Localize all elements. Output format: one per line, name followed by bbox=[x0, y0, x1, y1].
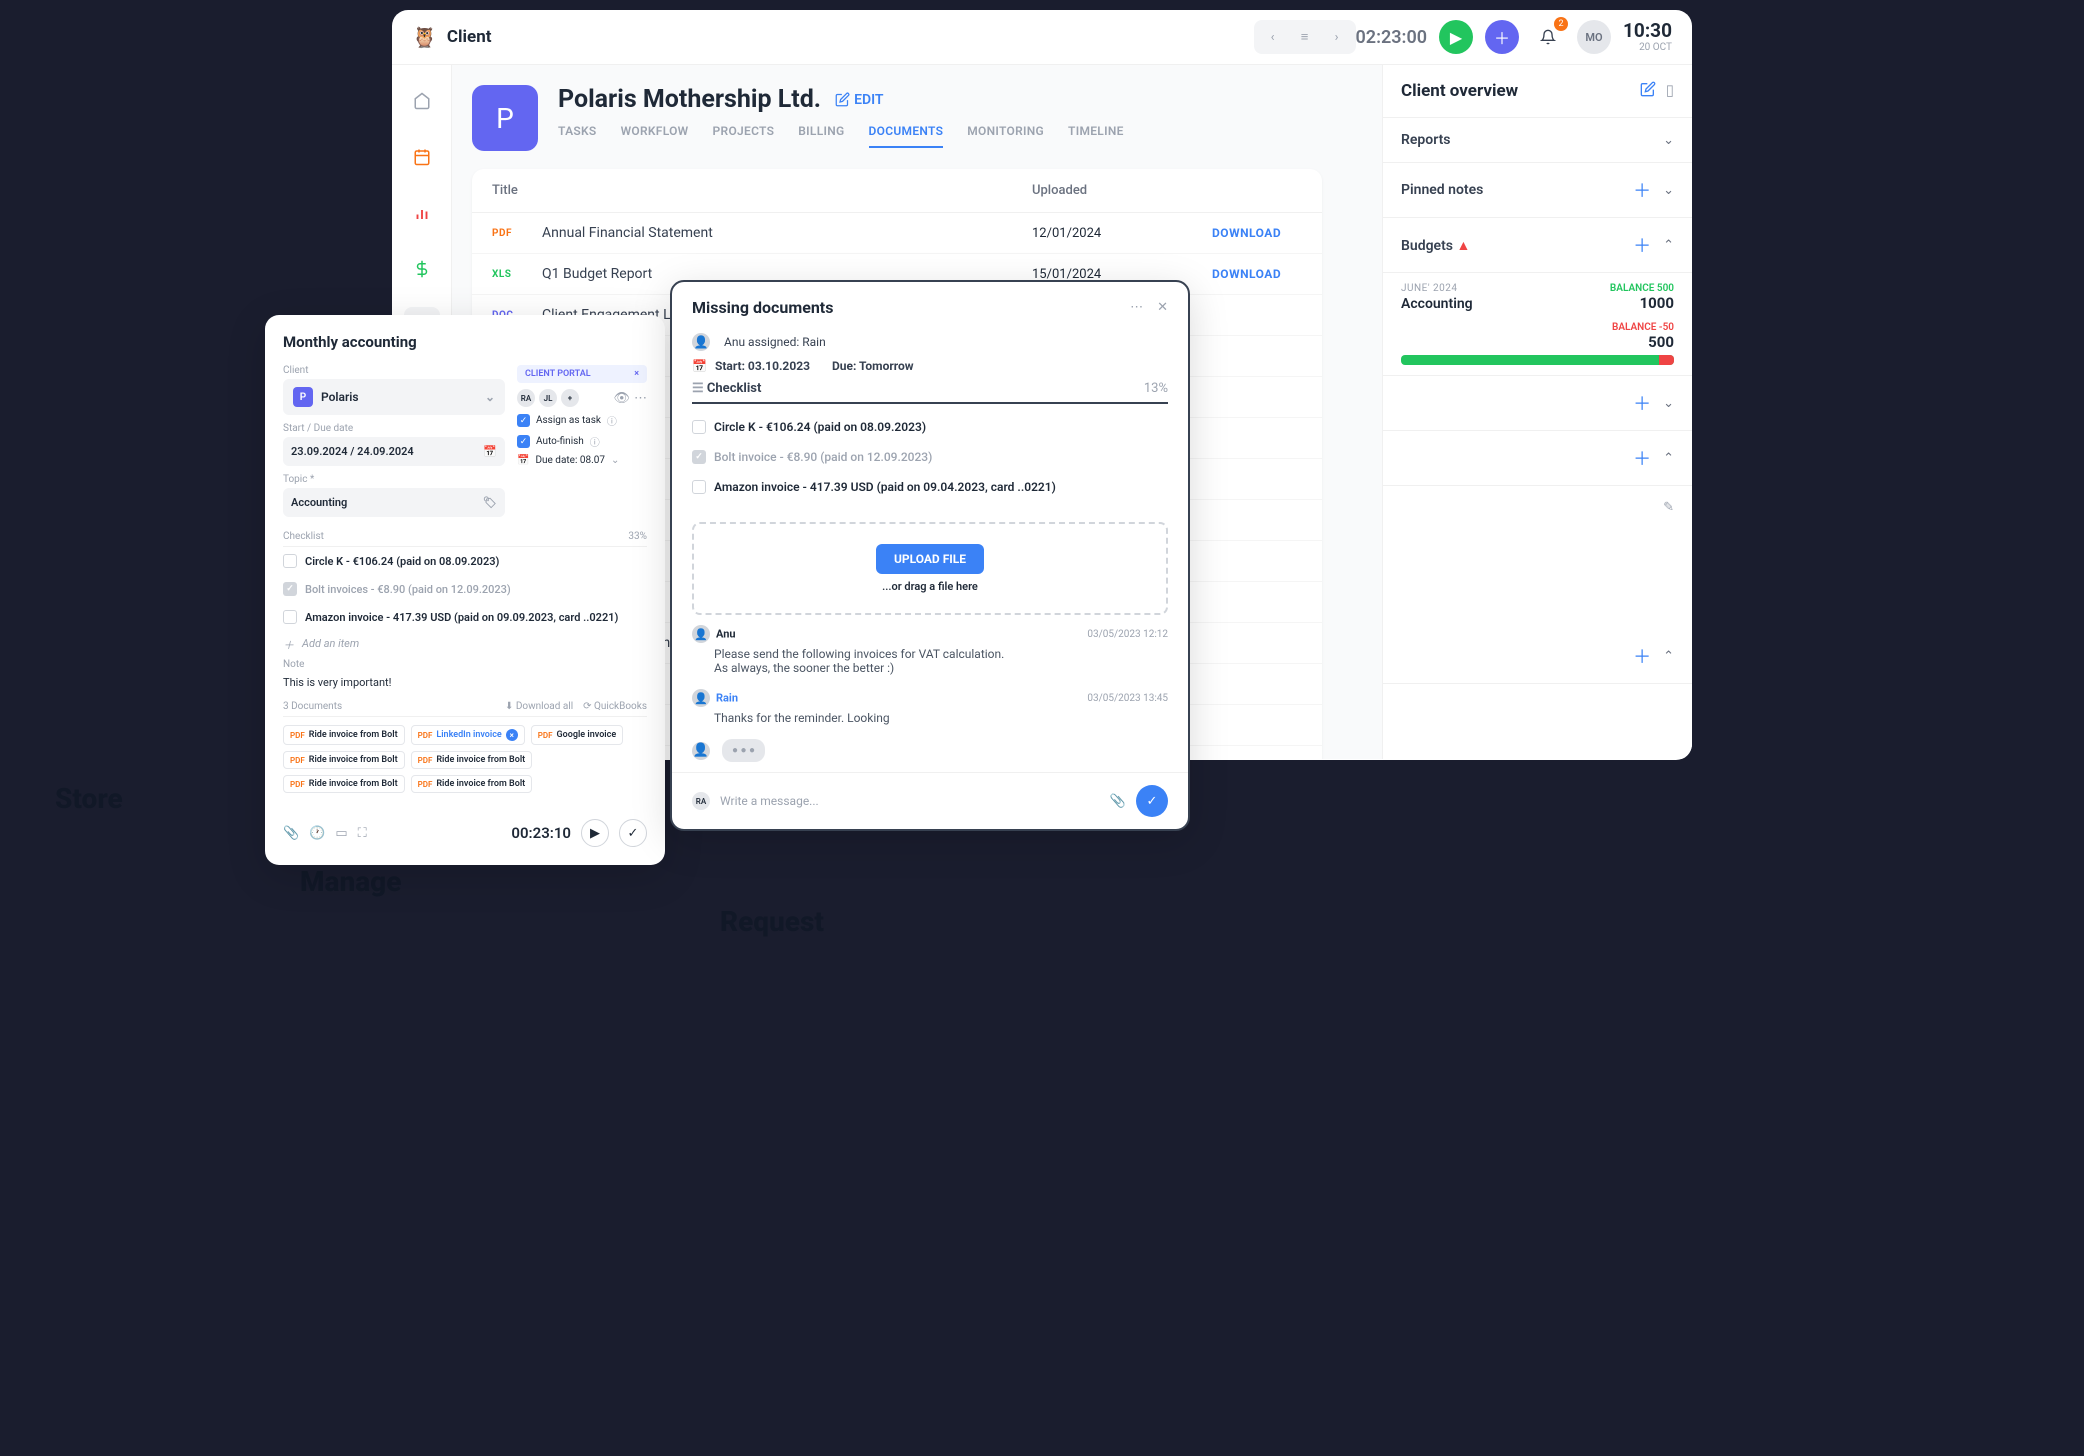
download-button[interactable]: DOWNLOAD bbox=[1212, 226, 1281, 240]
message-input[interactable]: Write a message... bbox=[720, 794, 1100, 808]
nav-arrows: ‹ ≡ › bbox=[1254, 20, 1356, 54]
play-task-button[interactable]: ▶ bbox=[581, 819, 609, 847]
doc-chip[interactable]: PDF Ride invoice from Bolt bbox=[411, 775, 533, 793]
add-icon[interactable]: ＋ bbox=[1633, 643, 1651, 669]
request-check-item[interactable]: Circle K - €106.24 (paid on 08.09.2023) bbox=[692, 412, 1168, 442]
app-title: Client bbox=[447, 27, 492, 47]
chevron-down-icon[interactable]: ⌄ bbox=[1663, 183, 1674, 198]
tabs: TASKS WORKFLOW PROJECTS BILLING DOCUMENTS MON… bbox=[558, 124, 1124, 148]
tab-documents[interactable]: DOCUMENTS bbox=[869, 124, 944, 148]
user-avatar[interactable]: MO bbox=[1577, 20, 1611, 54]
expand-icon[interactable]: ⛶ bbox=[358, 826, 367, 841]
pencil-icon[interactable]: ✎ bbox=[1663, 500, 1674, 515]
money-icon[interactable] bbox=[404, 251, 440, 287]
request-title: Missing documents bbox=[692, 298, 833, 317]
upload-button[interactable]: UPLOAD FILE bbox=[876, 544, 984, 574]
clock-time: 10:30 bbox=[1623, 21, 1672, 42]
add-member-icon[interactable]: + bbox=[561, 389, 579, 407]
tab-tasks[interactable]: TASKS bbox=[558, 124, 597, 148]
doc-chip[interactable]: PDF Google invoice bbox=[531, 725, 623, 745]
stats-icon[interactable] bbox=[404, 195, 440, 231]
manage-label: Manage bbox=[300, 865, 401, 898]
notifications-button[interactable]: 2 bbox=[1531, 20, 1565, 54]
client-select[interactable]: PPolaris⌄ bbox=[283, 379, 505, 415]
doc-chip[interactable]: PDF Ride invoice from Bolt bbox=[283, 751, 405, 769]
close-icon[interactable]: × bbox=[634, 369, 639, 379]
topbar: 🦉 Client ‹ ≡ › 02:23:00 ▶ ＋ 2 MO 10:30 2… bbox=[392, 10, 1692, 65]
client-portal-badge: CLIENT PORTAL× bbox=[517, 365, 647, 383]
close-icon[interactable]: ✕ bbox=[1157, 300, 1168, 315]
doc-chip[interactable]: PDF Ride invoice from Bolt bbox=[283, 775, 405, 793]
notification-badge: 2 bbox=[1554, 17, 1568, 31]
store-label: Store bbox=[55, 782, 123, 815]
add-checklist-item[interactable]: ＋Add an item bbox=[283, 631, 647, 659]
clock: 10:30 20 OCT bbox=[1623, 21, 1672, 53]
task-timer: 00:23:10 bbox=[511, 824, 571, 842]
owl-logo-icon: 🦉 bbox=[412, 25, 437, 49]
add-button[interactable]: ＋ bbox=[1485, 20, 1519, 54]
manage-title: Monthly accounting bbox=[283, 333, 647, 351]
complete-task-button[interactable]: ✓ bbox=[619, 819, 647, 847]
nav-list-button[interactable]: ≡ bbox=[1290, 24, 1320, 50]
chevron-down-icon[interactable]: ⌄ bbox=[1663, 396, 1674, 411]
overview-collapse-icon[interactable]: ▯ bbox=[1666, 81, 1674, 101]
play-button[interactable]: ▶ bbox=[1439, 20, 1473, 54]
tab-billing[interactable]: BILLING bbox=[798, 124, 844, 148]
clock-icon[interactable]: 🕐 bbox=[309, 826, 325, 841]
nav-next-button[interactable]: › bbox=[1322, 24, 1352, 50]
doc-chip[interactable]: PDF Ride invoice from Bolt bbox=[411, 751, 533, 769]
add-icon[interactable]: ＋ bbox=[1633, 445, 1651, 471]
manage-modal: Monthly accounting Client PPolaris⌄ Star… bbox=[265, 315, 665, 865]
nav-prev-button[interactable]: ‹ bbox=[1258, 24, 1288, 50]
overview-title: Client overview bbox=[1401, 81, 1518, 101]
client-avatar: P bbox=[472, 85, 538, 151]
calendar-icon[interactable] bbox=[404, 139, 440, 175]
home-icon[interactable] bbox=[404, 83, 440, 119]
doc-chip[interactable]: PDF LinkedIn invoice × bbox=[411, 725, 525, 745]
chevron-down-icon[interactable]: ⌄ bbox=[1663, 133, 1674, 148]
chevron-up-icon[interactable]: ⌃ bbox=[1663, 649, 1674, 664]
mode-icon[interactable]: ▭ bbox=[335, 826, 347, 841]
attach-icon[interactable]: 📎 bbox=[1110, 794, 1126, 809]
checklist-item[interactable]: Amazon invoice - 417.39 USD (paid on 09.… bbox=[283, 603, 647, 631]
client-name: Polaris Mothership Ltd. bbox=[558, 85, 821, 114]
overview-edit-icon[interactable] bbox=[1640, 81, 1656, 101]
upload-zone[interactable]: UPLOAD FILE ...or drag a file here bbox=[692, 522, 1168, 615]
section-reports[interactable]: Reports bbox=[1401, 132, 1451, 148]
add-budget-button[interactable]: ＋ bbox=[1633, 232, 1651, 258]
attach-icon[interactable]: 📎 bbox=[283, 826, 299, 841]
client-name-row: Polaris Mothership Ltd. EDIT bbox=[558, 85, 1124, 114]
checklist-item[interactable]: Circle K - €106.24 (paid on 08.09.2023) bbox=[283, 547, 647, 575]
col-uploaded[interactable]: Uploaded bbox=[1032, 183, 1212, 198]
checklist-item[interactable]: ✓Bolt invoices - €8.90 (paid on 12.09.20… bbox=[283, 575, 647, 603]
request-label: Request bbox=[720, 905, 824, 938]
doc-chip[interactable]: PDF Ride invoice from Bolt bbox=[283, 725, 405, 745]
add-pinned-button[interactable]: ＋ bbox=[1633, 177, 1651, 203]
request-modal: Missing documents ⋯✕ 👤Anu assigned: Rain… bbox=[670, 280, 1190, 831]
download-button[interactable]: DOWNLOAD bbox=[1212, 267, 1281, 281]
more-icon[interactable]: ⋯ bbox=[1130, 300, 1143, 315]
budget-progress bbox=[1401, 355, 1674, 365]
global-timer: 02:23:00 bbox=[1356, 27, 1428, 48]
overview-panel: Client overview ▯ Reports ⌄ Pinned notes… bbox=[1382, 65, 1692, 759]
tab-timeline[interactable]: TIMELINE bbox=[1068, 124, 1124, 148]
add-icon[interactable]: ＋ bbox=[1633, 390, 1651, 416]
topic-input[interactable]: Accounting🏷 bbox=[283, 488, 505, 517]
edit-button[interactable]: EDIT bbox=[835, 92, 883, 108]
date-input[interactable]: 23.09.2024 / 24.09.2024📅 bbox=[283, 437, 505, 466]
send-button[interactable]: ✓ bbox=[1136, 785, 1168, 817]
clock-date: 20 OCT bbox=[1623, 42, 1672, 53]
chevron-up-icon[interactable]: ⌃ bbox=[1663, 451, 1674, 466]
tab-monitoring[interactable]: MONITORING bbox=[967, 124, 1044, 148]
chevron-up-icon[interactable]: ⌃ bbox=[1663, 238, 1674, 253]
request-check-item[interactable]: ✓Bolt invoice - €8.90 (paid on 12.09.202… bbox=[692, 442, 1168, 472]
tab-workflow[interactable]: WORKFLOW bbox=[621, 124, 689, 148]
tab-projects[interactable]: PROJECTS bbox=[713, 124, 775, 148]
request-check-item[interactable]: Amazon invoice - 417.39 USD (paid on 09.… bbox=[692, 472, 1168, 502]
table-row[interactable]: PDFAnnual Financial Statement12/01/2024D… bbox=[472, 213, 1322, 254]
section-budgets[interactable]: Budgets ▲ bbox=[1401, 237, 1470, 254]
col-title[interactable]: Title bbox=[492, 183, 1032, 198]
section-pinned[interactable]: Pinned notes bbox=[1401, 182, 1483, 198]
